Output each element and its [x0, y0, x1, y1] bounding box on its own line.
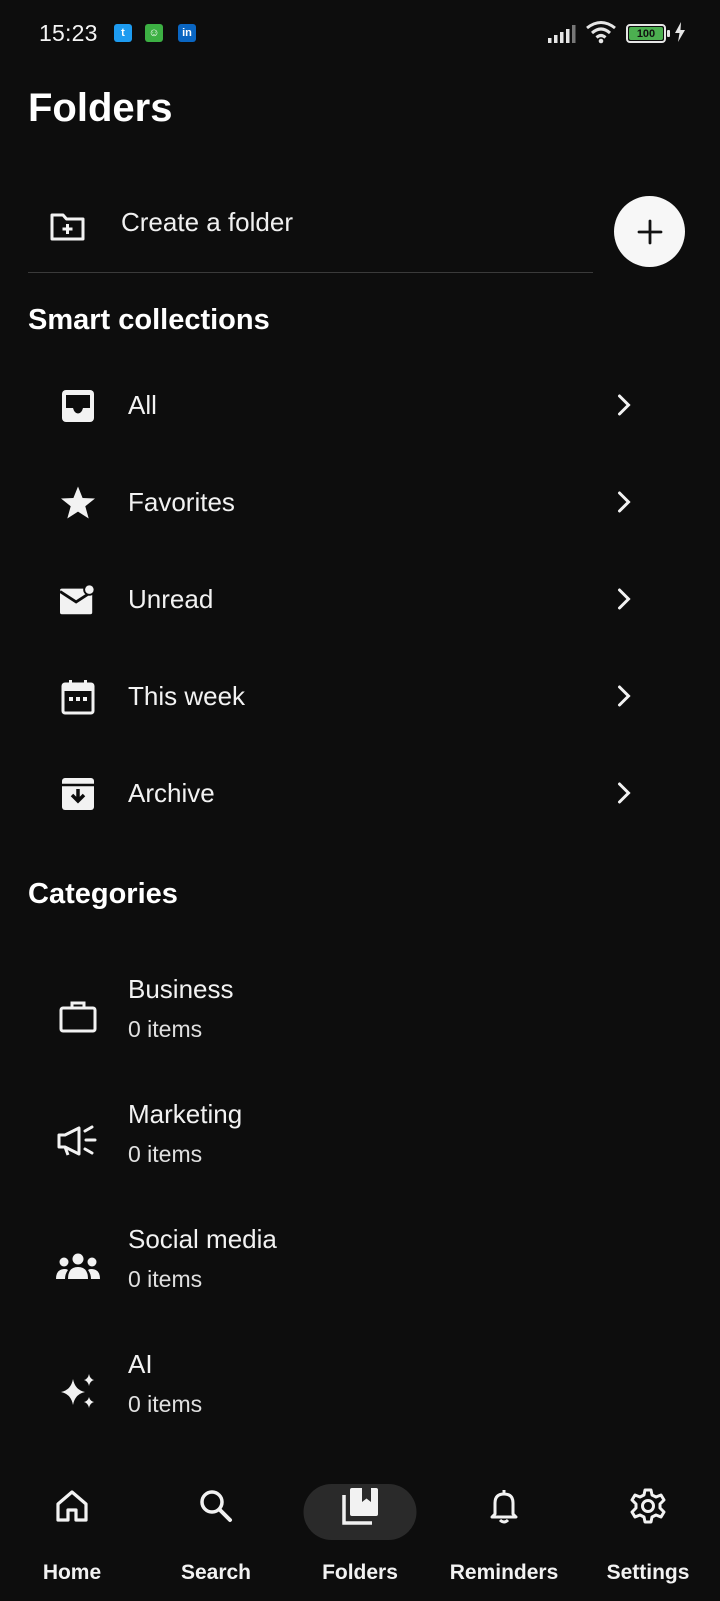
category-count: 0 items	[128, 1141, 203, 1167]
category-name: AI	[128, 1349, 153, 1379]
chevron-right-icon	[618, 491, 631, 513]
category-count: 0 items	[128, 1391, 203, 1417]
nav-label: Settings	[606, 1561, 690, 1584]
smart-item-favorites[interactable]: Favorites	[0, 453, 720, 552]
wifi-icon	[586, 21, 616, 44]
inbox-icon	[60, 388, 96, 424]
chevron-right-icon	[618, 588, 631, 610]
charging-icon	[675, 22, 685, 42]
megaphone-icon	[56, 1119, 100, 1163]
battery-level: 100	[629, 27, 663, 40]
sparkles-icon	[56, 1369, 100, 1413]
nav-label: Reminders	[449, 1561, 559, 1584]
nav-reminders[interactable]: Reminders	[432, 1466, 576, 1586]
group-icon	[56, 1244, 100, 1288]
smart-item-label: Unread	[128, 584, 214, 614]
smart-collections-title: Smart collections	[28, 304, 270, 336]
category-name: Marketing	[128, 1099, 243, 1129]
nav-label: Home	[42, 1561, 102, 1584]
bell-icon	[484, 1486, 524, 1526]
calendar-icon	[60, 679, 96, 715]
folders-icon	[340, 1486, 380, 1526]
battery-cap	[667, 30, 670, 37]
nav-label: Search	[180, 1561, 252, 1584]
folder-add-icon	[50, 213, 85, 241]
smart-item-unread[interactable]: Unread	[0, 550, 720, 649]
add-folder-button[interactable]	[614, 196, 685, 267]
status-time: 15:23	[39, 20, 98, 46]
nav-label: Folders	[322, 1561, 398, 1584]
search-icon	[196, 1486, 236, 1526]
chevron-right-icon	[618, 394, 631, 416]
category-name: Business	[128, 974, 234, 1004]
archive-icon	[60, 776, 96, 812]
linkedin-icon: in	[178, 24, 196, 42]
smart-item-label: All	[128, 390, 157, 420]
smart-item-all[interactable]: All	[0, 356, 720, 455]
category-item-ai[interactable]: AI 0 items	[0, 1331, 720, 1459]
signal-icon	[548, 25, 576, 43]
twitter-icon: t	[114, 24, 132, 42]
category-item-marketing[interactable]: Marketing 0 items	[0, 1081, 720, 1209]
category-name: Social media	[128, 1224, 277, 1254]
nav-home[interactable]: Home	[0, 1466, 144, 1586]
categories-title: Categories	[28, 878, 178, 910]
nav-search[interactable]: Search	[144, 1466, 288, 1586]
smart-item-label: This week	[128, 681, 246, 711]
create-folder-row[interactable]: Create a folder	[28, 185, 593, 273]
create-folder-label: Create a folder	[121, 207, 293, 237]
smart-item-archive[interactable]: Archive	[0, 744, 720, 843]
smart-item-label: Favorites	[128, 487, 235, 517]
page-title: Folders	[28, 86, 173, 130]
battery-icon: 100	[626, 24, 666, 43]
category-item-social-media[interactable]: Social media 0 items	[0, 1206, 720, 1334]
home-icon	[52, 1486, 92, 1526]
smart-item-label: Archive	[128, 778, 215, 808]
status-bar: 15:23 t ☺ in 100	[0, 0, 720, 68]
chevron-right-icon	[618, 782, 631, 804]
category-item-business[interactable]: Business 0 items	[0, 956, 720, 1084]
star-icon	[60, 485, 96, 521]
nav-folders[interactable]: Folders	[288, 1466, 432, 1586]
mail-unread-icon	[60, 582, 96, 618]
nav-settings[interactable]: Settings	[576, 1466, 720, 1586]
briefcase-icon	[56, 994, 100, 1038]
category-count: 0 items	[128, 1016, 203, 1042]
chat-icon: ☺	[145, 24, 163, 42]
chevron-right-icon	[618, 685, 631, 707]
smart-item-this-week[interactable]: This week	[0, 647, 720, 746]
bottom-nav: Home Search Folders Reminders Settings	[0, 1466, 720, 1601]
gear-icon	[628, 1486, 668, 1526]
category-count: 0 items	[128, 1266, 203, 1292]
plus-icon	[637, 219, 662, 244]
